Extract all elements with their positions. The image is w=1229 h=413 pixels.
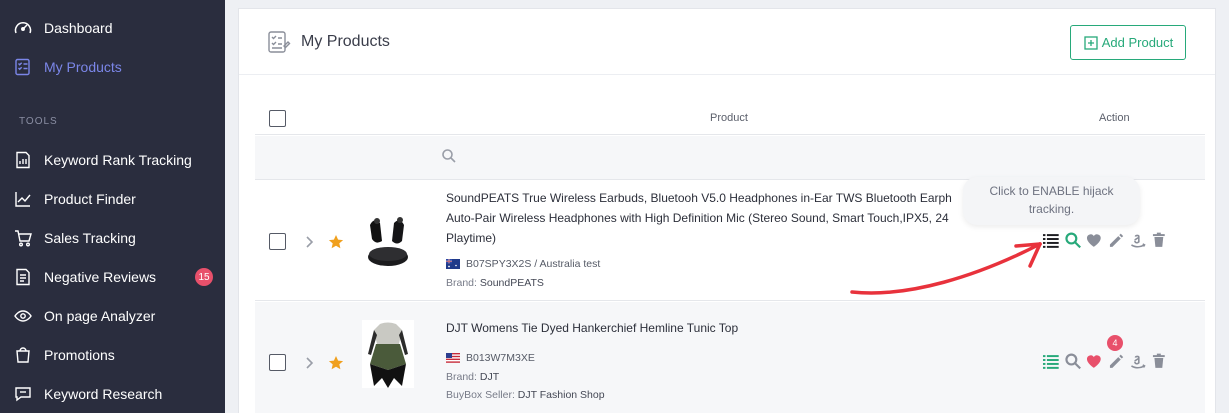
product-brand: Brand: DJT xyxy=(446,371,500,383)
sidebar: Dashboard My Products TOOLS Keyword Rank… xyxy=(0,0,225,413)
edit-pencil-icon[interactable] xyxy=(1107,352,1125,370)
sidebar-section-label: TOOLS xyxy=(19,116,58,127)
search-icon[interactable] xyxy=(1064,352,1082,370)
sidebar-item-label: Sales Tracking xyxy=(44,230,136,246)
add-product-label: Add Product xyxy=(1101,35,1174,50)
add-box-icon xyxy=(1084,35,1098,50)
list-icon[interactable] xyxy=(1042,352,1060,370)
australia-flag-icon xyxy=(446,259,460,269)
star-icon[interactable] xyxy=(328,234,344,250)
sidebar-item-label: On page Analyzer xyxy=(44,308,156,324)
sidebar-item-label: Negative Reviews xyxy=(44,269,157,285)
trash-icon[interactable] xyxy=(1150,352,1168,370)
star-icon[interactable] xyxy=(328,355,344,371)
chevron-right-icon[interactable] xyxy=(304,356,314,370)
gauge-icon xyxy=(12,17,34,39)
product-asin: B07SPY3X2S / Australia test xyxy=(446,258,600,270)
chart-doc-icon xyxy=(12,149,34,171)
page-title: My Products xyxy=(301,33,390,50)
product-image xyxy=(362,320,414,388)
sidebar-item-keyword-research[interactable]: Keyword Research xyxy=(0,376,225,412)
sidebar-item-negative-reviews[interactable]: Negative Reviews 15 xyxy=(0,259,225,295)
row-checkbox[interactable] xyxy=(269,354,286,371)
bag-icon xyxy=(12,344,34,366)
row-actions xyxy=(1042,352,1172,370)
product-buybox-seller: BuyBox Seller: DJT Fashion Shop xyxy=(446,389,605,401)
row-actions xyxy=(1042,231,1172,249)
document-icon xyxy=(12,266,34,288)
sidebar-item-dashboard[interactable]: Dashboard xyxy=(0,10,225,46)
product-title[interactable]: DJT Womens Tie Dyed Hankerchief Hemline … xyxy=(446,318,966,338)
amazon-icon[interactable] xyxy=(1129,352,1147,370)
select-all-checkbox[interactable] xyxy=(269,110,286,127)
table-header: Product Action xyxy=(255,101,1205,135)
search-icon[interactable] xyxy=(1064,231,1082,249)
sidebar-item-label: Dashboard xyxy=(44,20,113,36)
heart-count-badge: 4 xyxy=(1107,335,1123,351)
sidebar-item-label: My Products xyxy=(44,59,122,75)
sidebar-item-label: Keyword Research xyxy=(44,386,163,402)
edit-pencil-icon[interactable] xyxy=(1107,231,1125,249)
row-checkbox[interactable] xyxy=(269,233,286,250)
product-asin: B013W7M3XE xyxy=(446,352,535,364)
usa-flag-icon xyxy=(446,353,460,363)
cart-icon xyxy=(12,227,34,249)
sidebar-item-label: Keyword Rank Tracking xyxy=(44,152,192,168)
line-chart-icon xyxy=(12,188,34,210)
sidebar-item-label: Promotions xyxy=(44,347,115,363)
column-header-action: Action xyxy=(1099,112,1130,124)
product-brand: Brand: SoundPEATS xyxy=(446,277,544,289)
annotation-arrow xyxy=(850,242,1042,295)
sidebar-item-product-finder[interactable]: Product Finder xyxy=(0,181,225,217)
sidebar-item-sales-tracking[interactable]: Sales Tracking xyxy=(0,220,225,256)
sidebar-item-promotions[interactable]: Promotions xyxy=(0,337,225,373)
negative-reviews-count-badge: 15 xyxy=(195,268,213,286)
trash-icon[interactable] xyxy=(1150,231,1168,249)
heart-icon[interactable] xyxy=(1085,352,1103,370)
eye-icon xyxy=(12,305,34,327)
heart-icon[interactable] xyxy=(1085,231,1103,249)
checklist-icon xyxy=(268,31,291,53)
sidebar-item-my-products[interactable]: My Products xyxy=(0,49,225,85)
sidebar-item-label: Product Finder xyxy=(44,191,136,207)
checklist-icon xyxy=(12,56,34,78)
sidebar-item-keyword-rank-tracking[interactable]: Keyword Rank Tracking xyxy=(0,142,225,178)
card-header: My Products Add Product xyxy=(239,9,1215,75)
keyword-icon xyxy=(12,383,34,405)
column-header-product: Product xyxy=(710,112,748,124)
hijack-tooltip: Click to ENABLE hijack tracking. xyxy=(963,177,1140,225)
table-row: DJT Womens Tie Dyed Hankerchief Hemline … xyxy=(255,302,1205,413)
product-search-row[interactable] xyxy=(255,136,1205,180)
sidebar-item-on-page-analyzer[interactable]: On page Analyzer xyxy=(0,298,225,334)
product-image xyxy=(368,217,408,266)
chevron-right-icon[interactable] xyxy=(304,235,314,249)
search-icon xyxy=(442,149,456,163)
add-product-button[interactable]: Add Product xyxy=(1070,25,1186,60)
amazon-icon[interactable] xyxy=(1129,231,1147,249)
